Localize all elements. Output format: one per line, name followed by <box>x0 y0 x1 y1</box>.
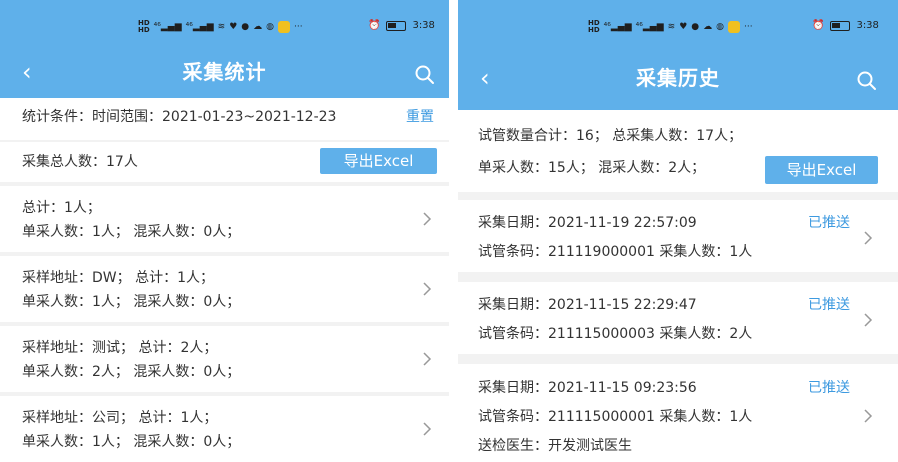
globe-icon: ◍ <box>266 21 274 32</box>
filter-label: 统计条件：时间范围：2021-01-23~2021-12-23 <box>22 109 337 125</box>
record-item[interactable]: 采集日期：2021-11-15 09:23:56 试管条码：2111150000… <box>458 364 898 462</box>
clock-time: 3:38 <box>856 20 879 31</box>
item-line1: 总计：1人； <box>22 200 101 216</box>
battery-icon <box>386 20 407 31</box>
record-tube: 试管条码：211115000001 采集人数：1人 <box>478 409 753 425</box>
cloud-icon: ☁ <box>703 21 713 32</box>
chevron-right-icon <box>864 409 873 423</box>
summary-card: 试管数量合计：16； 总采集人数：17人； 单采人数：15人； 混采人数：2人；… <box>458 110 898 192</box>
more-icon: ··· <box>743 21 753 32</box>
status-badge: 已推送 <box>808 380 850 396</box>
status-right: ⏰ 3:38 <box>368 20 435 31</box>
chat-icon: ● <box>241 21 250 32</box>
status-badge: 已推送 <box>808 297 850 313</box>
filter-row: 统计条件：时间范围：2021-01-23~2021-12-23 重置 <box>0 98 449 140</box>
record-tube: 试管条码：211119000001 采集人数：1人 <box>478 244 753 260</box>
globe-icon: ◍ <box>716 21 724 32</box>
search-icon[interactable] <box>856 70 878 92</box>
item-line2: 单采人数：1人； 混采人数：0人； <box>22 224 241 240</box>
search-icon[interactable] <box>414 64 436 86</box>
more-icon: ··· <box>293 21 303 32</box>
chevron-right-icon <box>423 422 432 436</box>
status-icons: HD HD ⁴⁶▂▄▆ ⁴⁶▂▄▆ ≋ ♥ ● ☁ ◍ ··· <box>138 20 303 34</box>
signal-icon-2: ⁴⁶▂▄▆ <box>185 21 214 32</box>
reset-link[interactable]: 重置 <box>406 108 434 126</box>
header: ‹ 采集统计 <box>0 50 449 98</box>
record-item[interactable]: 采集日期：2021-11-15 22:29:47 试管条码：2111150000… <box>458 282 898 354</box>
summary-row: 采集总人数：17人 导出Excel <box>0 142 449 182</box>
status-bar: HD HD ⁴⁶▂▄▆ ⁴⁶▂▄▆ ≋ ♥ ● ☁ ◍ ··· ⏰ 3:38 <box>458 0 898 50</box>
summary-line2: 单采人数：15人； 混采人数：2人； <box>478 160 706 176</box>
record-date: 采集日期：2021-11-15 09:23:56 <box>478 380 697 396</box>
signal-icon-2: ⁴⁶▂▄▆ <box>635 21 664 32</box>
page-title: 采集统计 <box>182 60 267 84</box>
record-item[interactable]: 采集日期：2021-11-19 22:57:09 试管条码：2111190000… <box>458 200 898 272</box>
list-item[interactable]: 采样地址：测试； 总计：2人； 单采人数：2人； 混采人数：0人； <box>0 326 449 392</box>
list-item[interactable]: 采样地址：DW； 总计：1人； 单采人数：1人； 混采人数：0人； <box>0 256 449 322</box>
screen-statistics: HD HD ⁴⁶▂▄▆ ⁴⁶▂▄▆ ≋ ♥ ● ☁ ◍ ··· ⏰ 3:38 ‹ … <box>0 0 449 462</box>
status-right: ⏰ 3:38 <box>812 20 879 31</box>
status-bar: HD HD ⁴⁶▂▄▆ ⁴⁶▂▄▆ ≋ ♥ ● ☁ ◍ ··· ⏰ 3:38 <box>0 0 449 50</box>
cloud-icon: ☁ <box>253 21 263 32</box>
battery-icon <box>830 20 851 31</box>
alarm-icon: ⏰ <box>812 20 825 31</box>
record-date: 采集日期：2021-11-15 22:29:47 <box>478 297 697 313</box>
item-line1: 采样地址：测试； 总计：2人； <box>22 340 218 356</box>
heart-icon: ♥ <box>229 21 238 32</box>
page-title: 采集历史 <box>636 66 720 90</box>
item-line2: 单采人数：1人； 混采人数：0人； <box>22 434 241 450</box>
item-line2: 单采人数：2人； 混采人数：0人； <box>22 364 241 380</box>
app-icon <box>277 21 290 33</box>
hd-icon: HD HD <box>138 19 150 34</box>
alarm-icon: ⏰ <box>368 20 381 31</box>
chat-icon: ● <box>691 21 700 32</box>
panel-gap <box>449 0 458 462</box>
signal-icon: ⁴⁶▂▄▆ <box>603 21 632 32</box>
item-line1: 采样地址：公司； 总计：1人； <box>22 410 218 426</box>
chevron-right-icon <box>423 352 432 366</box>
wifi-icon: ≋ <box>217 21 226 32</box>
export-excel-button[interactable]: 导出Excel <box>320 148 437 174</box>
record-tube: 试管条码：211115000003 采集人数：2人 <box>478 326 753 342</box>
item-line1: 采样地址：DW； 总计：1人； <box>22 270 214 286</box>
item-line2: 单采人数：1人； 混采人数：0人； <box>22 294 241 310</box>
wifi-icon: ≋ <box>667 21 676 32</box>
status-badge: 已推送 <box>808 215 850 231</box>
status-icons: HD HD ⁴⁶▂▄▆ ⁴⁶▂▄▆ ≋ ♥ ● ☁ ◍ ··· <box>588 20 753 34</box>
screen-history: HD HD ⁴⁶▂▄▆ ⁴⁶▂▄▆ ≋ ♥ ● ☁ ◍ ··· ⏰ 3:38 ‹ … <box>458 0 898 462</box>
header: ‹ 采集历史 <box>458 50 898 110</box>
summary-line1: 试管数量合计：16； 总采集人数：17人； <box>478 128 743 144</box>
heart-icon: ♥ <box>679 21 688 32</box>
chevron-right-icon <box>864 231 873 245</box>
record-date: 采集日期：2021-11-19 22:57:09 <box>478 215 697 231</box>
clock-time: 3:38 <box>412 20 435 31</box>
list-item[interactable]: 总计：1人； 单采人数：1人； 混采人数：0人； <box>0 186 449 252</box>
chevron-right-icon <box>423 282 432 296</box>
app-icon <box>727 21 740 33</box>
total-count: 采集总人数：17人 <box>22 154 138 170</box>
chevron-right-icon <box>423 212 432 226</box>
signal-icon: ⁴⁶▂▄▆ <box>153 21 182 32</box>
export-excel-button[interactable]: 导出Excel <box>765 156 878 184</box>
list-item[interactable]: 采样地址：公司； 总计：1人； 单采人数：1人； 混采人数：0人； <box>0 396 449 462</box>
hd-icon: HD HD <box>588 19 600 34</box>
record-doctor: 送检医生：开发测试医生 <box>478 438 632 454</box>
chevron-right-icon <box>864 313 873 327</box>
